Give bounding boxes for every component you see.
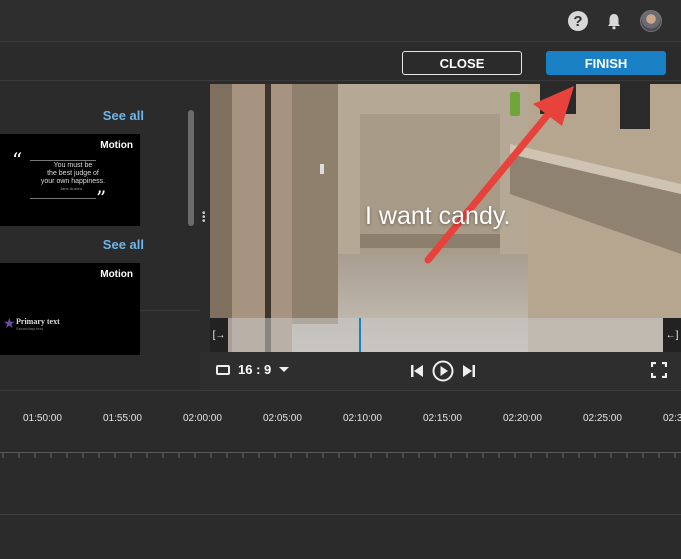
timeline-tick-label: 01:50:00 — [23, 413, 62, 424]
timeline-tick-label: 02:3 — [663, 413, 681, 424]
user-avatar[interactable] — [640, 10, 662, 32]
chevron-down-icon — [279, 367, 290, 372]
action-bar: CLOSE FINISH — [0, 43, 681, 81]
aspect-ratio-value: 16 : 9 — [238, 362, 272, 377]
secondary-text-sample: Secondary text — [16, 326, 43, 331]
timeline[interactable]: 01:50:00 01:55:00 02:00:00 02:05:00 02:1… — [0, 390, 681, 559]
close-quote-icon: ” — [96, 186, 107, 210]
primary-text-sample: Primary text — [16, 317, 60, 326]
skip-back-icon[interactable] — [410, 364, 424, 378]
ruler-ticks — [2, 453, 676, 458]
video-caption: I want candy. — [365, 202, 511, 230]
motion-template-quote[interactable]: Motion “ You must be the best judge of y… — [0, 134, 140, 226]
see-all-link-2[interactable]: See all — [103, 237, 144, 252]
timeline-tick-label: 02:00:00 — [183, 413, 222, 424]
motion-badge: Motion — [100, 269, 133, 280]
quote-divider — [30, 160, 96, 161]
quote-divider — [30, 198, 96, 199]
close-button[interactable]: CLOSE — [402, 51, 522, 75]
playhead[interactable] — [359, 318, 361, 352]
star-icon: ★ — [3, 315, 16, 331]
timeline-track-divider — [0, 514, 681, 515]
panel-scrollbar[interactable] — [188, 110, 194, 226]
aspect-ratio-icon — [216, 364, 230, 375]
skip-forward-icon[interactable] — [462, 364, 476, 378]
timeline-tick-label: 02:20:00 — [503, 413, 542, 424]
bell-icon — [608, 14, 620, 30]
video-preview[interactable]: I want candy. — [210, 84, 681, 352]
trim-bar[interactable]: [→ ←] — [210, 318, 681, 352]
timeline-ruler — [0, 445, 681, 458]
timeline-tick-label: 02:25:00 — [583, 413, 622, 424]
quote-author: Jane Austen — [60, 186, 83, 191]
fullscreen-icon[interactable] — [651, 362, 667, 378]
timeline-tick-label: 01:55:00 — [103, 413, 142, 424]
aspect-ratio-select[interactable]: 16 : 9 — [216, 362, 290, 377]
help-button[interactable]: ? — [567, 10, 589, 32]
question-circle-icon: ? — [568, 11, 588, 31]
play-icon[interactable] — [432, 360, 454, 382]
timeline-tick-label: 02:15:00 — [423, 413, 462, 424]
trim-end-icon[interactable]: ←] — [663, 318, 681, 352]
finish-button[interactable]: FINISH — [546, 51, 666, 75]
open-quote-icon: “ — [12, 148, 23, 172]
template-panel: See all Motion “ You must be the best ju… — [0, 82, 200, 390]
quote-text: You must be the best judge of your own h… — [40, 162, 106, 185]
panel-resize-handle-icon[interactable]: • • • — [202, 209, 206, 227]
see-all-link-1[interactable]: See all — [103, 108, 144, 123]
timeline-tick-label: 02:05:00 — [263, 413, 302, 424]
motion-template-text[interactable]: Motion ★ Primary text Secondary text — [0, 263, 140, 355]
transport-controls — [410, 360, 476, 382]
top-bar: ? — [0, 0, 681, 42]
timeline-tick-label: 02:10:00 — [343, 413, 382, 424]
trim-start-icon[interactable]: [→ — [210, 318, 228, 352]
notifications-button[interactable] — [603, 10, 625, 32]
playback-controls: 16 : 9 — [200, 352, 681, 389]
motion-badge: Motion — [100, 140, 133, 151]
